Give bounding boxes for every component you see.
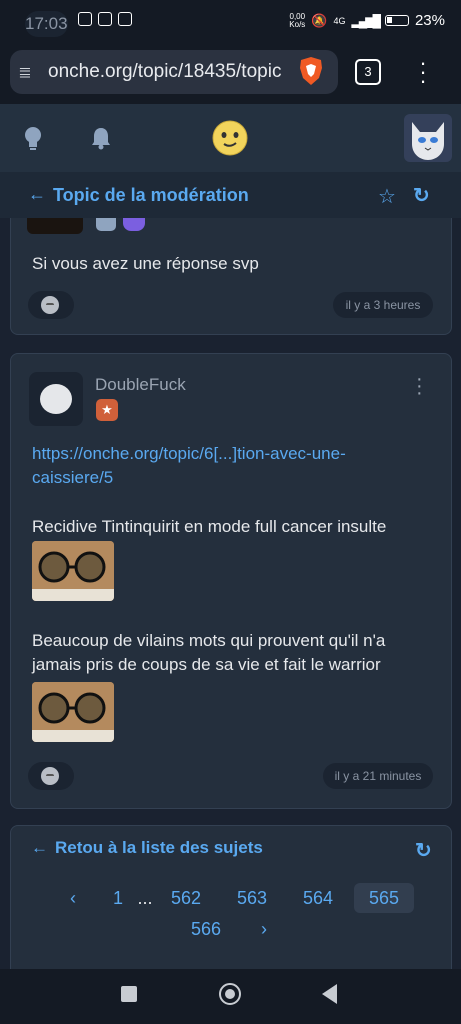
status-bar: 17:03 0,00 Ko/s 🔕 4G ▂▄▆█ 23% [0,0,461,44]
post-time: il y a 3 heures [333,292,433,318]
net-speed: 0,00 Ko/s [289,11,306,29]
post-avatar [27,218,83,234]
browser-toolbar: ═ ═ onche.org/topic/18435/topic 3 · · · [0,44,461,104]
star-icon[interactable]: ☆ [378,184,396,209]
post-author[interactable]: DoubleFuck [95,375,186,395]
play-store-icon [78,12,92,26]
status-time: 17:03 [25,11,68,37]
site-logo-smiley-icon[interactable] [212,120,248,156]
special-badge-icon [123,218,145,231]
post-time: il y a 21 minutes [323,763,433,789]
refresh-icon[interactable]: ↻ [415,838,432,863]
reaction-button[interactable] [28,762,74,790]
post-text: Beaucoup de vilains mots qui prouvent qu… [32,631,386,674]
address-bar[interactable]: ═ ═ onche.org/topic/18435/topic [10,50,338,94]
battery-icon [384,15,409,26]
browser-menu-icon[interactable]: · · · [414,52,432,92]
prev-page-button[interactable]: ‹ [58,883,88,913]
message-icon [118,12,132,26]
url-text[interactable]: onche.org/topic/18435/topic [48,61,290,83]
post-link[interactable]: https://onche.org/topic/6[...]tion-avec-… [32,442,412,490]
reaction-face-icon [41,296,59,314]
user-avatar[interactable] [404,114,452,162]
cat-glasses-sticker [32,541,114,601]
system-nav-bar [0,969,461,1024]
site-settings-icon[interactable]: ═ ═ [20,62,42,82]
current-page[interactable]: 565 [354,883,414,913]
page-ellipsis: ... [137,888,153,908]
brave-shield-icon[interactable] [298,56,324,86]
reaction-face-icon [41,767,59,785]
rank-badge-icon [96,218,116,231]
next-page-button[interactable]: › [249,914,279,944]
lightbulb-icon[interactable] [22,126,44,152]
recents-icon[interactable] [121,986,137,1002]
tab-switcher-button[interactable]: 3 [355,59,381,85]
rank-badge-icon: ★ [96,399,118,421]
more-options-icon[interactable]: · · · [416,369,423,403]
home-icon[interactable] [219,983,241,1005]
pagination-card: ← Retou à la liste des sujets ↻ ‹ 1 ... … [10,825,452,977]
mute-icon: 🔕 [311,12,328,28]
status-right: 0,00 Ko/s 🔕 4G ▂▄▆█ 23% [289,12,445,29]
back-icon[interactable] [322,984,337,1004]
back-arrow-icon[interactable]: ← [28,184,46,205]
back-to-list-link[interactable]: Retou à la liste des sujets [55,838,263,858]
page-link[interactable]: 564 [293,883,343,913]
back-arrow-icon[interactable]: ← [31,838,48,858]
post-card: Si vous avez une réponse svp il y a 3 he… [10,218,452,335]
app-icon [98,12,112,26]
reaction-button[interactable] [28,291,74,319]
page-link[interactable]: 566 [181,914,231,944]
avatar-face-icon [40,384,72,414]
topic-title[interactable]: Topic de la modération [53,185,249,206]
signal-icon: ▂▄▆█ [351,13,382,28]
page-link[interactable]: 1 [103,883,133,913]
refresh-icon[interactable]: ↻ [413,183,430,208]
post-text: Recidive Tintinquirit en mode full cance… [32,517,387,536]
post-card: DoubleFuck ★ · · · https://onche.org/topic… [10,353,452,809]
bell-icon[interactable] [90,126,112,150]
network-type: 4G [333,15,346,26]
topic-bar: ← Topic de la modération ☆ ↻ [0,172,461,218]
battery-level: 23% [414,12,445,29]
page-link[interactable]: 563 [227,883,277,913]
cat-glasses-sticker [32,682,114,742]
post-avatar[interactable] [29,372,83,426]
post-text: Si vous avez une réponse svp [32,254,259,273]
page-link[interactable]: 562 [161,883,211,913]
notification-icons [78,12,132,26]
